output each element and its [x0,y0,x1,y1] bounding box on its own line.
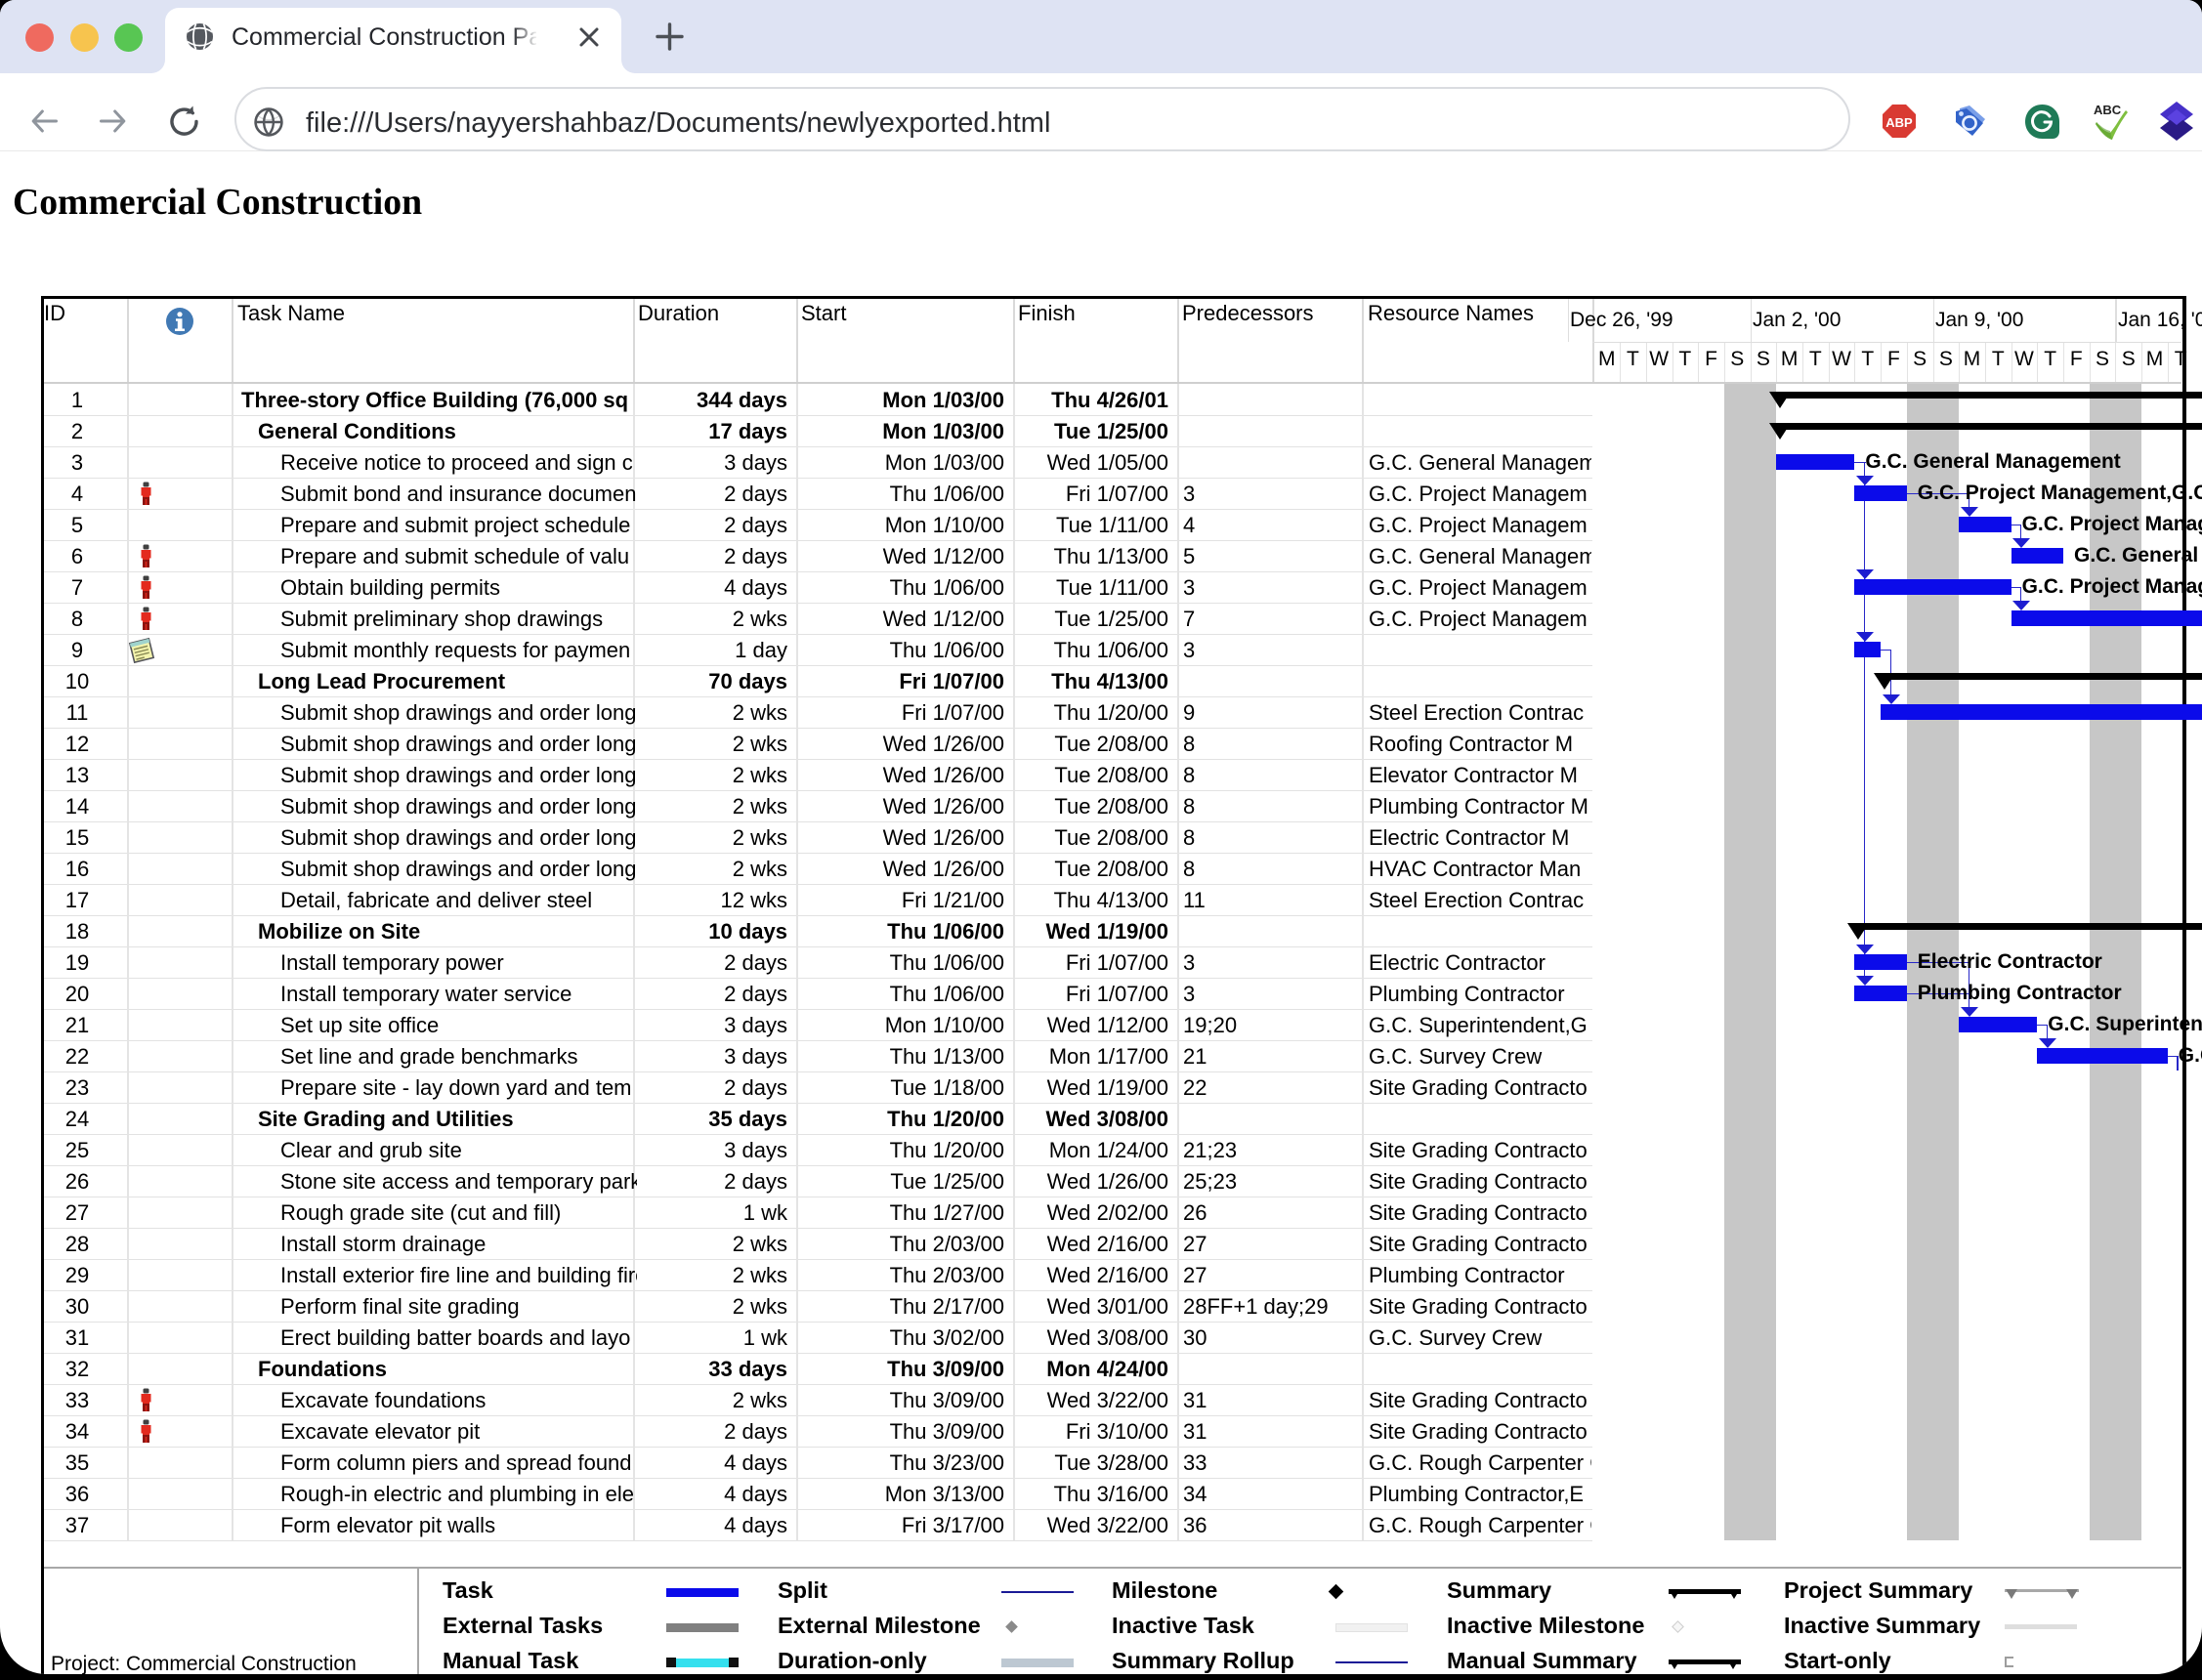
svg-text:ABC: ABC [2094,103,2122,117]
svg-text:ABP: ABP [1885,115,1913,130]
